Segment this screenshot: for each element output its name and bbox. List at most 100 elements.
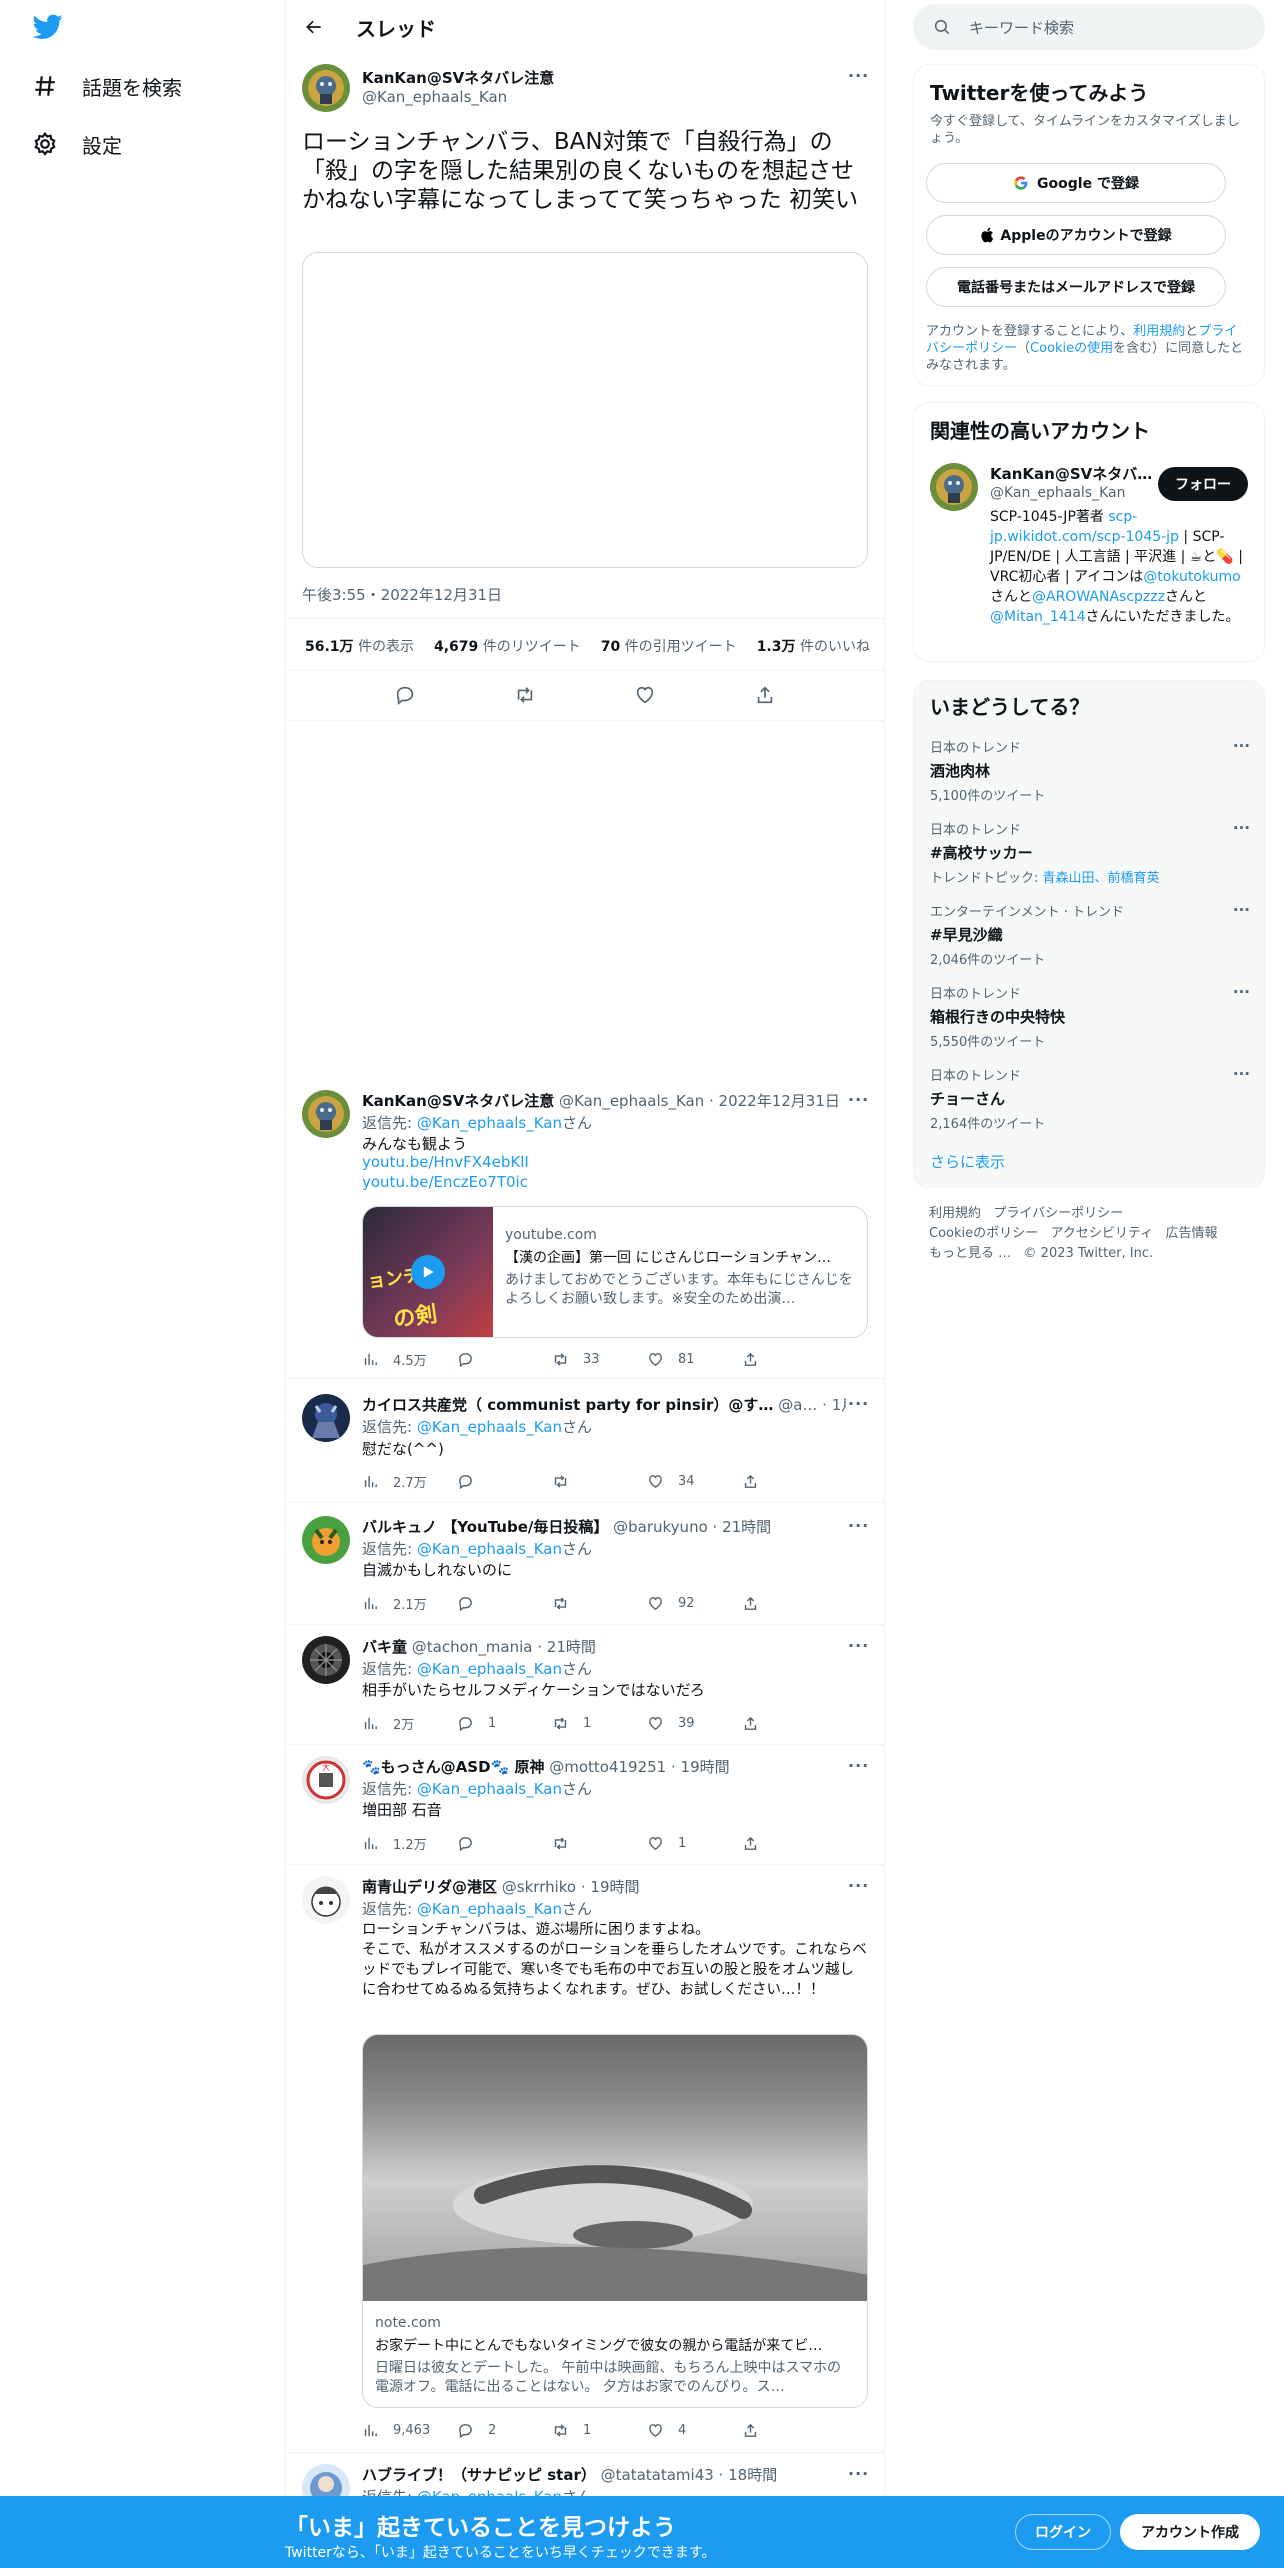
reply-time[interactable]: · 2022年12月31日 [709, 1092, 840, 1110]
avatar[interactable] [302, 1090, 350, 1138]
create-account-button[interactable]: アカウント作成 [1120, 2514, 1260, 2550]
more-options-icon[interactable]: ··· [848, 66, 869, 85]
tweet-timestamp[interactable]: 午後3:55・2022年12月31日 [302, 584, 502, 605]
retweet-action[interactable]: 33 [552, 1351, 647, 1368]
reply-time[interactable]: · 21時間 [713, 1518, 772, 1536]
footer-terms[interactable]: 利用規約 [929, 1206, 981, 1221]
like-icon[interactable] [634, 684, 656, 706]
reply-action[interactable] [457, 1473, 552, 1490]
author-name[interactable]: 🐾もっさん@ASD🐾 原神 [362, 1758, 544, 1776]
reply-action[interactable] [457, 1351, 552, 1368]
author-handle[interactable]: @tatatatami43 [601, 2466, 714, 2484]
author-name[interactable]: バキ童 [362, 1638, 407, 1656]
like-action[interactable]: 1 [647, 1835, 742, 1852]
author-name[interactable]: バルキュノ 【YouTube/毎日投稿】 [362, 1518, 608, 1536]
more-options-icon[interactable]: ··· [848, 1090, 869, 1109]
avatar[interactable]: 大 [302, 1756, 350, 1804]
link-card[interactable]: note.com お家デート中にとんでもないタイミングで彼女の親から電話が来てビ… [362, 2034, 868, 2408]
play-icon[interactable] [411, 1255, 445, 1289]
avatar[interactable] [930, 463, 978, 511]
author-name[interactable]: KanKan@SVネタバレ注意 [362, 67, 554, 88]
related-name[interactable]: KanKan@SVネタバ… [990, 463, 1152, 484]
avatar[interactable] [302, 1394, 350, 1442]
author-name[interactable]: ハブライブ！（サナピッピ star） [362, 2466, 596, 2484]
reply-action[interactable] [457, 1595, 552, 1612]
trend-item[interactable]: 日本のトレンド チョーさん 2,164件のツイート ··· [930, 1065, 1250, 1132]
more-options-icon[interactable]: ··· [1233, 737, 1250, 755]
retweet-action[interactable]: 1 [552, 1715, 647, 1732]
reply-time[interactable]: · 1月1日 [822, 1396, 846, 1414]
trend-item[interactable]: 日本のトレンド #高校サッカー トレンドトピック: 青森山田、前橋育英 ··· [930, 819, 1250, 886]
author-name[interactable]: 南青山デリダ@港区 [362, 1878, 497, 1896]
author-handle[interactable]: @Kan_ephaals_Kan [362, 88, 507, 106]
login-button[interactable]: ログイン [1015, 2514, 1111, 2550]
cookie-link[interactable]: Cookieの使用 [1030, 341, 1113, 356]
avatar[interactable] [302, 64, 350, 112]
share-action[interactable] [742, 2422, 837, 2439]
media-container[interactable] [302, 252, 868, 568]
retweet-action[interactable] [552, 1473, 647, 1490]
share-action[interactable] [742, 1715, 837, 1732]
more-options-icon[interactable]: ··· [1233, 1065, 1250, 1083]
back-arrow-icon[interactable] [304, 17, 324, 37]
trend-item[interactable]: 日本のトレンド 酒池肉林 5,100件のツイート ··· [930, 737, 1250, 804]
more-options-icon[interactable]: ··· [848, 1516, 869, 1535]
like-action[interactable]: 34 [647, 1473, 742, 1490]
author-name[interactable]: カイロス共産党（ communist party for pinsir）@す… [362, 1396, 773, 1414]
more-options-icon[interactable]: ··· [848, 2464, 869, 2483]
reply-time[interactable]: · 21時間 [537, 1638, 596, 1656]
reply-action[interactable]: 1 [457, 1715, 552, 1732]
apple-signup-button[interactable]: Appleのアカウントで登録 [926, 215, 1226, 255]
more-options-icon[interactable]: ··· [1233, 819, 1250, 837]
share-icon[interactable] [754, 684, 776, 706]
more-options-icon[interactable]: ··· [1233, 901, 1250, 919]
related-handle[interactable]: @Kan_ephaals_Kan [990, 485, 1126, 501]
retweet-action[interactable]: 1 [552, 2422, 647, 2439]
like-action[interactable]: 4 [647, 2422, 742, 2439]
like-action[interactable]: 39 [647, 1715, 742, 1732]
author-handle[interactable]: @Kan_ephaals_Kan [559, 1092, 704, 1110]
retweet-action[interactable] [552, 1595, 647, 1612]
share-action[interactable] [742, 1595, 837, 1612]
nav-explore[interactable]: 話題を検索 [32, 66, 182, 106]
retweet-icon[interactable] [514, 684, 536, 706]
retweet-action[interactable] [552, 1835, 647, 1852]
views-action[interactable]: 2万 [362, 1714, 457, 1733]
author-handle[interactable]: @motto419251 [549, 1758, 666, 1776]
reply-action[interactable]: 2 [457, 2422, 552, 2439]
author-handle[interactable]: @skrrhiko [502, 1878, 576, 1896]
reply-time[interactable]: · 18時間 [719, 2466, 778, 2484]
author-handle[interactable]: @a… [778, 1396, 817, 1414]
more-options-icon[interactable]: ··· [848, 1756, 869, 1775]
terms-link[interactable]: 利用規約 [1133, 324, 1185, 339]
more-options-icon[interactable]: ··· [1233, 983, 1250, 1001]
more-options-icon[interactable]: ··· [848, 1394, 869, 1413]
author-handle[interactable]: @barukyuno [613, 1518, 708, 1536]
reply-icon[interactable] [394, 684, 416, 706]
views-action[interactable]: 9,463 [362, 2422, 457, 2439]
reply-time[interactable]: · 19時間 [671, 1758, 730, 1776]
footer-more[interactable]: もっと見る … [929, 1246, 1011, 1261]
footer-ads[interactable]: 広告情報 [1166, 1226, 1218, 1241]
search-input[interactable]: キーワード検索 [969, 17, 1074, 38]
follow-button[interactable]: フォロー [1158, 467, 1248, 501]
reply-time[interactable]: · 19時間 [581, 1878, 640, 1896]
phone-email-signup-button[interactable]: 電話番号またはメールアドレスで登録 [926, 267, 1226, 307]
footer-privacy[interactable]: プライバシーポリシー [993, 1206, 1123, 1221]
reply-action[interactable] [457, 1835, 552, 1852]
views-action[interactable]: 4.5万 [362, 1350, 457, 1369]
author-name[interactable]: KanKan@SVネタバレ注意 [362, 1092, 554, 1110]
link-card[interactable]: ョンチャ の剣 youtube.com 【漢の企画】第一回 にじさんじローション… [362, 1206, 868, 1338]
search-box[interactable]: キーワード検索 [913, 4, 1265, 50]
like-action[interactable]: 92 [647, 1595, 742, 1612]
like-action[interactable]: 81 [647, 1351, 742, 1368]
link-2[interactable]: youtu.be/EnczEo7T0ic [362, 1173, 528, 1191]
more-options-icon[interactable]: ··· [848, 1636, 869, 1655]
avatar[interactable] [302, 1876, 350, 1924]
trend-item[interactable]: 日本のトレンド 箱根行きの中央特快 5,550件のツイート ··· [930, 983, 1250, 1050]
share-action[interactable] [742, 1835, 837, 1852]
nav-settings[interactable]: 設定 [32, 124, 122, 164]
footer-accessibility[interactable]: アクセシビリティ [1051, 1226, 1154, 1241]
likes-stat[interactable]: 1.3万 件のいいね [757, 636, 870, 656]
views-action[interactable]: 2.1万 [362, 1594, 457, 1613]
